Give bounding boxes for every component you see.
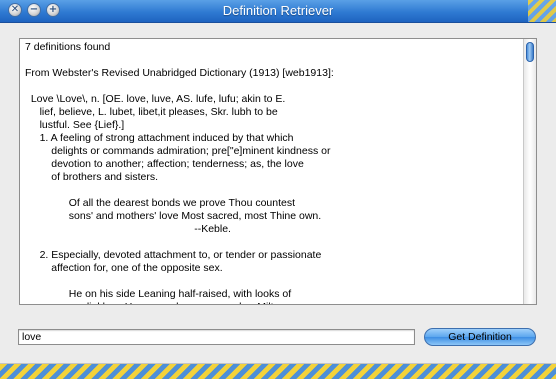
definition-line: From Webster's Revised Unabridged Dictio… (25, 67, 334, 79)
definition-line: cordial love Hung over her enamored. --M… (25, 301, 520, 304)
definition-line: lief, believe, L. lubet, libet,it please… (25, 106, 278, 118)
definition-line: delights or commands admiration; pre["e]… (25, 145, 331, 157)
definition-line: sons' and mothers' love Most sacred, mos… (25, 210, 322, 222)
app-window: ✕ − + Definition Retriever 7 definitions… (0, 0, 556, 379)
definition-line (25, 236, 520, 249)
definition-line (25, 184, 520, 197)
scroll-thumb[interactable] (526, 42, 534, 62)
get-definition-button[interactable]: Get Definition (424, 328, 536, 346)
definition-line: lustful. See {Lief}.] (25, 119, 125, 131)
definition-line (25, 80, 520, 93)
definition-line: devotion to another; affection; tenderne… (25, 158, 304, 170)
definition-line: 2. Especially, devoted attachment to, or… (25, 249, 322, 261)
definition-text: 7 definitions found From Webster's Revis… (25, 41, 520, 304)
definition-line: Of all the dearest bonds we prove Thou c… (25, 197, 296, 209)
definition-line (25, 275, 520, 288)
definition-line: 7 definitions found (25, 41, 111, 53)
vertical-scrollbar[interactable] (523, 39, 536, 304)
definition-line: of brothers and sisters. (25, 171, 159, 183)
word-input[interactable]: love (18, 329, 415, 345)
definition-line (25, 54, 520, 67)
definition-output[interactable]: 7 definitions found From Webster's Revis… (19, 38, 537, 305)
window-title: Definition Retriever (222, 3, 334, 18)
title-stripes-decoration (528, 0, 556, 22)
definition-line: Love \Love\, n. [OE. love, luve, AS. luf… (25, 93, 286, 105)
definition-line: He on his side Leaning half-raised, with… (25, 288, 292, 300)
definition-line: affection for, one of the opposite sex. (25, 262, 223, 274)
definition-line: --Keble. (25, 223, 231, 235)
definition-line: 1. A feeling of strong attachment induce… (25, 132, 294, 144)
title-bar[interactable]: ✕ − + Definition Retriever (0, 0, 556, 23)
bottom-stripes-decoration (0, 363, 556, 379)
